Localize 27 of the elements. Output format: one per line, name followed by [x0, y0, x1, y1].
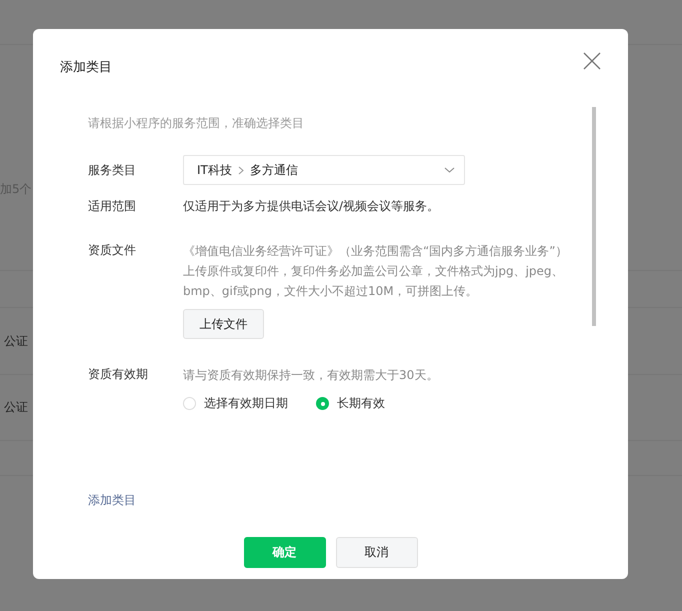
field-label: 服务类目: [88, 162, 137, 179]
add-category-link[interactable]: 添加类目: [88, 492, 136, 509]
category-path-item: IT科技: [197, 162, 232, 178]
requirement-text: bmp、gif或png，文件大小不超过10M，可拼图上传。: [183, 283, 478, 300]
chevron-right-icon: [238, 166, 244, 174]
close-icon[interactable]: [583, 52, 601, 70]
category-select[interactable]: IT科技 多方通信: [183, 155, 465, 185]
chevron-down-icon: [444, 167, 455, 173]
radio-button[interactable]: [183, 397, 196, 410]
field-label: 适用范围: [88, 198, 137, 215]
dialog-title: 添加类目: [60, 59, 112, 76]
radio-button[interactable]: [316, 397, 329, 410]
table-cell: 公证: [4, 332, 28, 350]
radio-option[interactable]: 长期有效: [316, 395, 385, 412]
requirement-text: 上传原件或复印件，复印件务必加盖公司公章，文件格式为jpg、jpeg、: [183, 263, 564, 280]
radio-option[interactable]: 选择有效期日期: [183, 395, 288, 412]
upload-button[interactable]: 上传文件: [183, 309, 264, 339]
scope-text: 仅适用于为多方提供电话会议/视频会议等服务。: [183, 198, 440, 215]
field-label: 资质有效期: [88, 366, 149, 383]
scrollbar[interactable]: [592, 107, 596, 326]
field-label: 资质文件: [88, 242, 137, 259]
hint-text: 请根据小程序的服务范围，准确选择类目: [88, 116, 304, 130]
category-path-item: 多方通信: [250, 162, 298, 178]
validity-hint: 请与资质有效期保持一致，有效期需大于30天。: [183, 367, 438, 384]
requirement-text: 《增值电信业务经营许可证》（业务范围需含“国内多方通信服务业务”）: [183, 243, 568, 260]
table-cell: 公证: [4, 399, 28, 416]
cancel-button[interactable]: 取消: [336, 537, 418, 568]
